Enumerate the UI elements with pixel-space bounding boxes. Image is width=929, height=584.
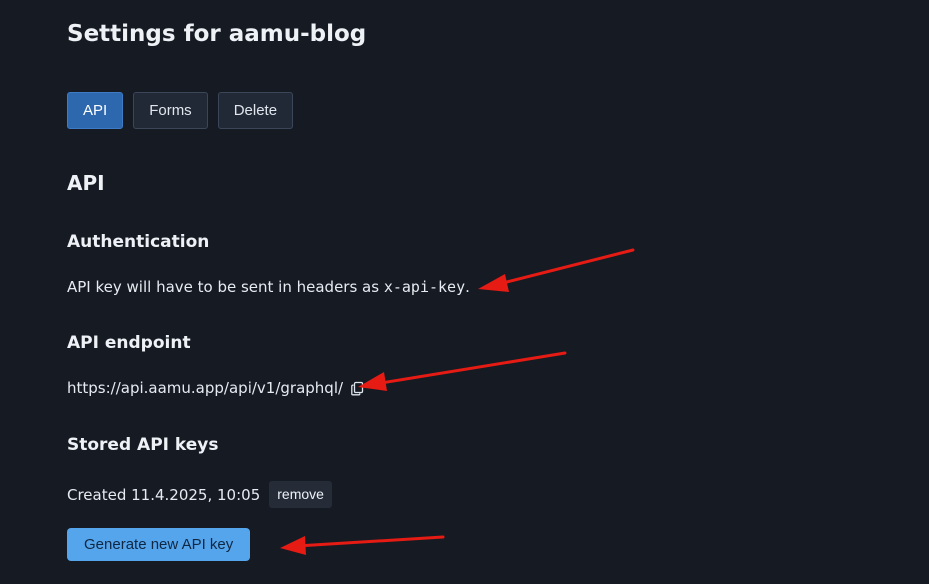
endpoint-annotation-arrow xyxy=(358,351,567,391)
authentication-title: Authentication xyxy=(67,232,210,252)
tab-delete[interactable]: Delete xyxy=(217,92,294,129)
tab-api[interactable]: API xyxy=(67,92,124,129)
settings-tabs: API Forms Delete xyxy=(67,92,294,129)
authentication-description: API key will have to be sent in headers … xyxy=(67,277,470,297)
api-section-title: API xyxy=(67,171,105,195)
generate-key-annotation-arrow xyxy=(280,535,445,555)
settings-page: Settings for aamu-blog API Forms Delete … xyxy=(0,0,929,584)
tab-forms[interactable]: Forms xyxy=(133,92,208,129)
stored-api-key-row: Created 11.4.2025, 10:05 remove xyxy=(67,481,332,508)
api-endpoint-row: https://api.aamu.app/api/v1/graphql/ xyxy=(67,378,364,398)
api-endpoint-title: API endpoint xyxy=(67,333,191,353)
page-title: Settings for aamu-blog xyxy=(67,21,367,47)
authentication-annotation-arrow xyxy=(478,248,635,292)
authentication-text-before: API key will have to be sent in headers … xyxy=(67,278,384,296)
api-key-created-label: Created 11.4.2025, 10:05 xyxy=(67,485,261,504)
authentication-text-after: . xyxy=(465,278,470,296)
remove-api-key-button[interactable]: remove xyxy=(269,481,332,508)
copy-icon[interactable] xyxy=(351,381,364,396)
generate-api-key-button[interactable]: Generate new API key xyxy=(67,528,251,561)
api-endpoint-url: https://api.aamu.app/api/v1/graphql/ xyxy=(67,379,344,397)
api-header-name: x-api-key xyxy=(383,278,466,296)
stored-api-keys-title: Stored API keys xyxy=(67,435,219,455)
